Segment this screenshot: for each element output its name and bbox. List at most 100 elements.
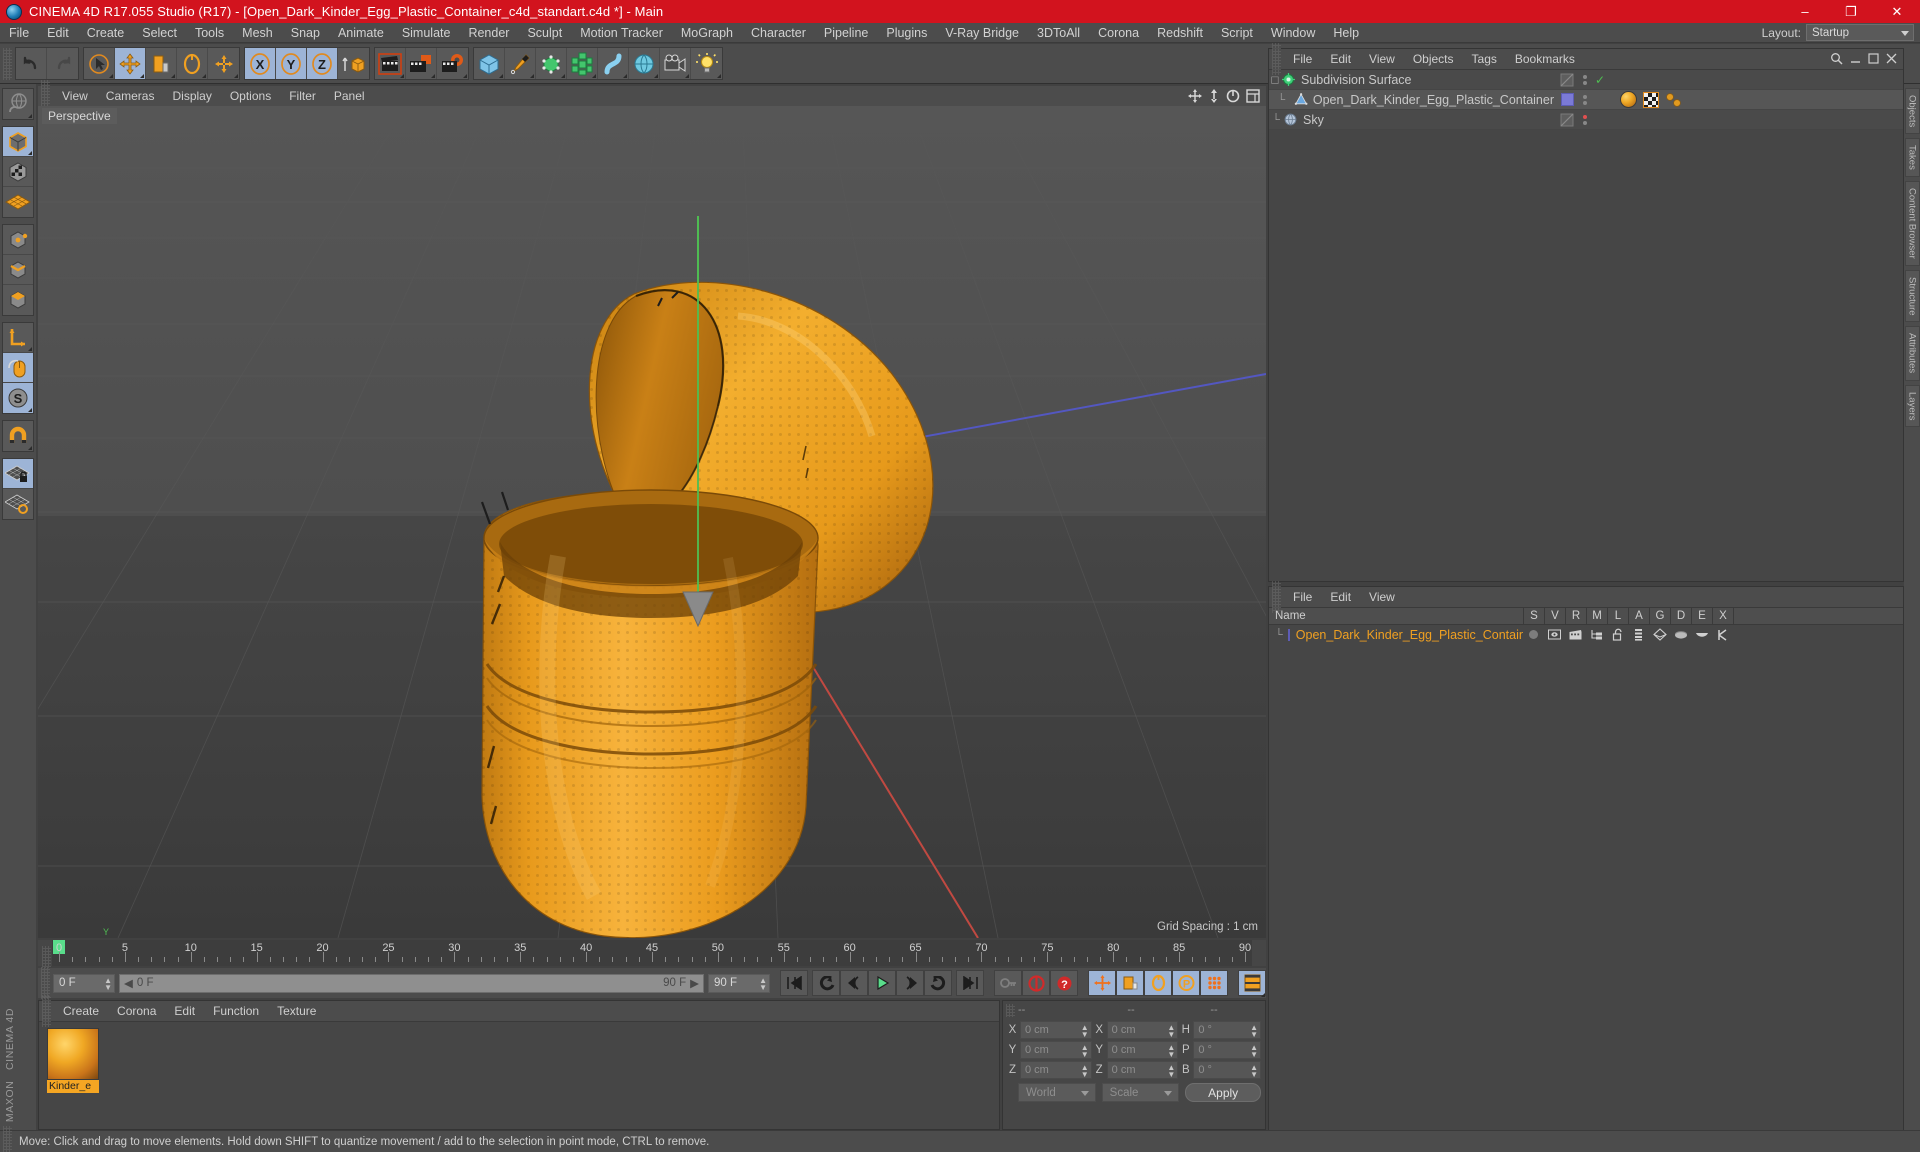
orange-glossy-sphere-icon[interactable] [47, 1028, 99, 1080]
polygons-mode-button[interactable] [3, 285, 33, 315]
layer-menu-view[interactable]: View [1360, 587, 1404, 608]
go-to-start-button[interactable] [780, 970, 808, 996]
visibility-toggle-icon[interactable] [1560, 73, 1574, 87]
add-camera-button[interactable] [660, 48, 691, 79]
scale-key-button[interactable] [1116, 970, 1144, 996]
menu-item-tools[interactable]: Tools [186, 23, 233, 43]
material-menu-texture[interactable]: Texture [268, 1001, 325, 1022]
apply-button[interactable]: Apply [1185, 1083, 1261, 1102]
object-visibility-cell[interactable] [1554, 113, 1580, 127]
spinner-icon[interactable]: ▲ ▼ [1250, 1064, 1258, 1079]
view-eye-icon[interactable] [1544, 629, 1565, 640]
menu-item-script[interactable]: Script [1212, 23, 1262, 43]
material-manager-grip[interactable] [42, 995, 51, 1027]
rotation-key-button[interactable] [1144, 970, 1172, 996]
viewport-layout-icon[interactable] [1246, 89, 1260, 103]
layer-header-a[interactable]: A [1628, 607, 1649, 625]
coordinate-system-dropdown[interactable]: World [1018, 1083, 1096, 1102]
size-z-field[interactable]: 0 cm ▲ ▼ [1106, 1061, 1179, 1079]
add-light-button[interactable] [691, 48, 722, 79]
object-visibility-cell[interactable] [1554, 73, 1580, 87]
position-y-field[interactable]: 0 cm ▲ ▼ [1020, 1041, 1092, 1059]
menu-item-redshift[interactable]: Redshift [1148, 23, 1212, 43]
dock-tab-takes[interactable]: Takes [1904, 138, 1920, 178]
render-clapper-icon[interactable] [1565, 629, 1586, 640]
phong-tag-icon[interactable] [1665, 92, 1682, 107]
render-view-button[interactable] [375, 48, 406, 79]
lock-open-icon[interactable] [1607, 628, 1628, 641]
dock-tab-objects[interactable]: Objects [1904, 88, 1920, 135]
timeline-ruler-panel[interactable]: 0 5 10 15 20 25 30 35 40 45 50 55 60 65 70 75 80 85 90 [38, 940, 1266, 978]
menu-item-edit[interactable]: Edit [38, 23, 78, 43]
object-row-sky[interactable]: └ Sky [1269, 110, 1903, 130]
layer-menu-edit[interactable]: Edit [1321, 587, 1360, 608]
preview-range-scrubber[interactable]: ◀ 0 F 90 F ▶ [119, 973, 704, 993]
spinner-icon[interactable]: ▲ ▼ [1167, 1024, 1175, 1039]
add-deformer-button[interactable] [598, 48, 629, 79]
position-key-button[interactable] [1088, 970, 1116, 996]
generator-icon[interactable] [1649, 628, 1670, 641]
layer-header-l[interactable]: L [1607, 607, 1628, 625]
menu-item-mograph[interactable]: MoGraph [672, 23, 742, 43]
play-button[interactable] [868, 970, 896, 996]
point-level-animation-button[interactable] [1200, 970, 1228, 996]
render-to-picture-viewer-button[interactable] [406, 48, 437, 79]
menu-item-window[interactable]: Window [1262, 23, 1324, 43]
object-dots-cell[interactable] [1580, 94, 1590, 105]
object-maximize-icon[interactable] [1868, 53, 1879, 64]
spinner-icon[interactable]: ▲ ▼ [1167, 1064, 1175, 1079]
spinner-icon[interactable]: ▲ ▼ [1250, 1044, 1258, 1059]
viewport-menu-display[interactable]: Display [163, 86, 220, 106]
menu-item-3dtoall[interactable]: 3DToAll [1028, 23, 1089, 43]
add-environment-button[interactable] [629, 48, 660, 79]
add-array-button[interactable] [567, 48, 598, 79]
layer-header-e[interactable]: E [1691, 607, 1712, 625]
viewport-menu-cameras[interactable]: Cameras [97, 86, 164, 106]
manager-tree-icon[interactable] [1586, 629, 1607, 640]
viewport-scale-icon[interactable] [1208, 89, 1220, 103]
layer-header-s[interactable]: S [1523, 607, 1544, 625]
timeline-ruler[interactable]: 0 5 10 15 20 25 30 35 40 45 50 55 60 65 70 75 80 85 90 [52, 940, 1252, 966]
object-dots-cell[interactable] [1580, 114, 1590, 125]
object-layer-color-cell[interactable] [1554, 93, 1580, 106]
object-dots-cell[interactable] [1580, 74, 1590, 85]
menu-item-help[interactable]: Help [1324, 23, 1368, 43]
dock-tab-layers[interactable]: Layers [1904, 384, 1920, 428]
layer-header-g[interactable]: G [1649, 607, 1670, 625]
next-key-button[interactable] [924, 970, 952, 996]
coordinate-manager-grip[interactable] [1006, 1003, 1015, 1017]
position-x-field[interactable]: 0 cm ▲ ▼ [1020, 1021, 1092, 1039]
object-search-icon[interactable] [1830, 52, 1843, 65]
object-name-cell[interactable]: └ Open_Dark_Kinder_Egg_Plastic_Container [1269, 92, 1554, 107]
rotation-b-field[interactable]: 0 ° ▲ ▼ [1193, 1061, 1261, 1079]
object-menu-file[interactable]: File [1284, 49, 1321, 70]
menu-item-character[interactable]: Character [742, 23, 815, 43]
menu-item-snap[interactable]: Snap [282, 23, 329, 43]
layer-manager-grip[interactable] [1272, 581, 1281, 613]
enable-axis-button[interactable] [3, 323, 33, 353]
lock-workplane-button[interactable] [3, 459, 33, 489]
visibility-toggle-icon[interactable] [1560, 113, 1574, 127]
object-row-kinder-egg-container[interactable]: └ Open_Dark_Kinder_Egg_Plastic_Container [1269, 90, 1903, 110]
object-name-cell[interactable]: └ Sky [1269, 112, 1554, 127]
spinner-icon[interactable]: ▲ ▼ [1167, 1044, 1175, 1059]
viewport-solo-button[interactable] [3, 353, 33, 383]
object-tag-zone[interactable] [1610, 91, 1903, 108]
layer-color-swatch[interactable] [1560, 93, 1574, 106]
soft-selection-button[interactable]: S [3, 383, 33, 413]
rotate-tool-button[interactable] [177, 48, 208, 79]
menu-item-vray-bridge[interactable]: V-Ray Bridge [936, 23, 1028, 43]
menu-item-pipeline[interactable]: Pipeline [815, 23, 877, 43]
expression-icon[interactable] [1691, 629, 1712, 640]
timeline-toggle-button[interactable] [1238, 970, 1266, 996]
size-y-field[interactable]: 0 cm ▲ ▼ [1106, 1041, 1179, 1059]
spinner-icon[interactable]: ▲ ▼ [1081, 1024, 1089, 1039]
menu-item-motion-tracker[interactable]: Motion Tracker [571, 23, 672, 43]
current-frame-field[interactable]: 0 F ▲ ▼ [53, 973, 115, 993]
render-settings-button[interactable] [437, 48, 468, 79]
material-menu-edit[interactable]: Edit [165, 1001, 204, 1022]
add-generator-button[interactable] [536, 48, 567, 79]
layer-menu-file[interactable]: File [1284, 587, 1321, 608]
material-tag-icon[interactable] [1620, 91, 1637, 108]
size-x-field[interactable]: 0 cm ▲ ▼ [1106, 1021, 1179, 1039]
